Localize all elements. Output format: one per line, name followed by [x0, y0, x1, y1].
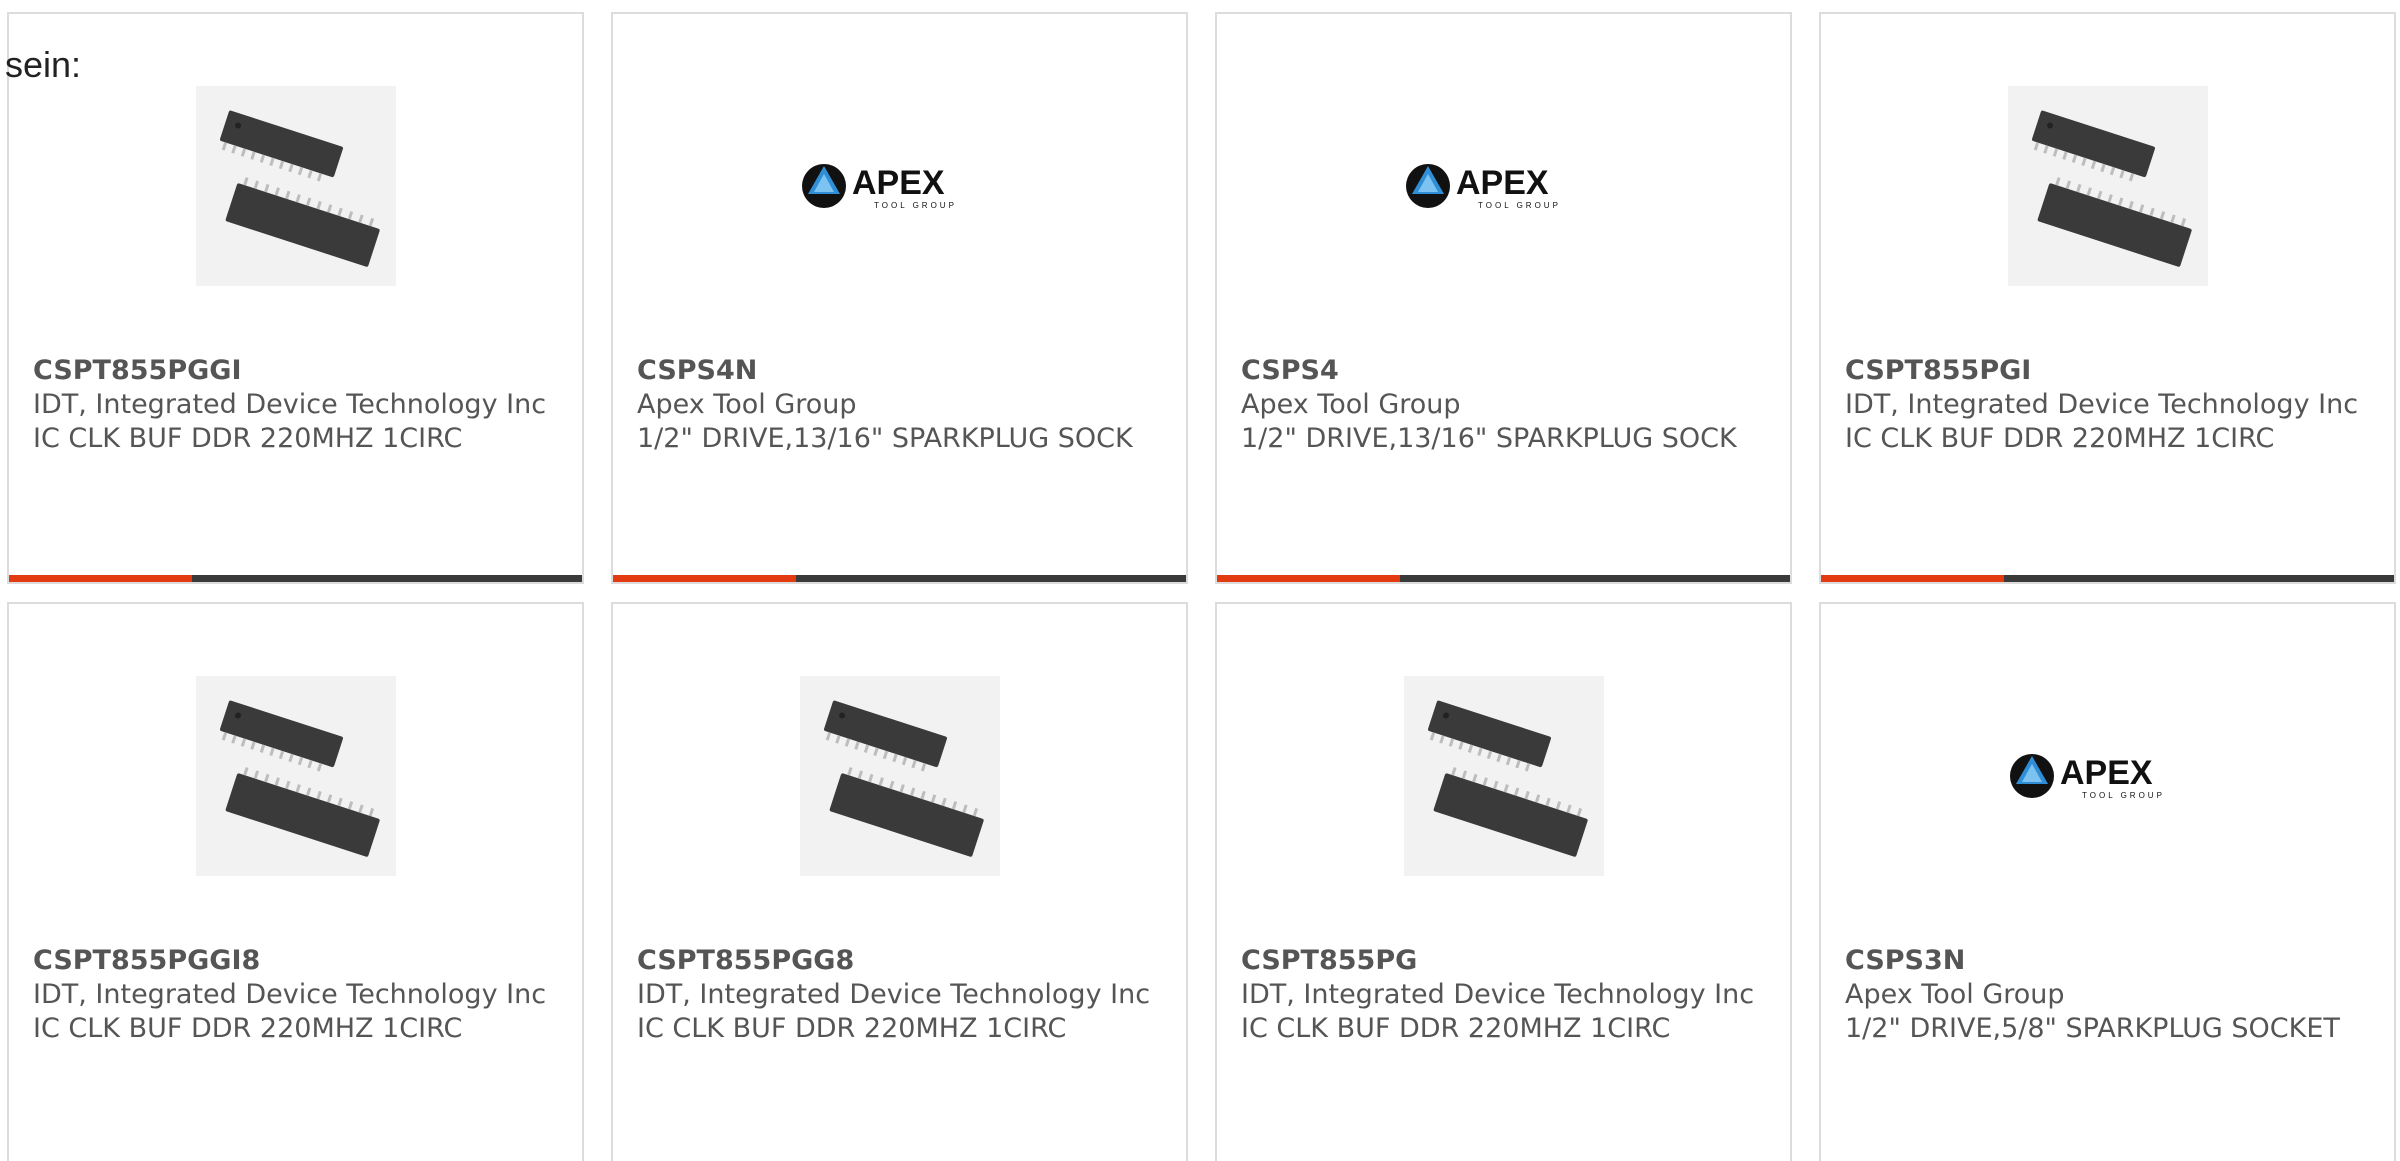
apex-logo-tagline: TOOL GROUP: [874, 201, 957, 210]
manufacturer: IDT, Integrated Device Technology Inc: [1845, 389, 2359, 420]
product-card[interactable]: CSPT855PG IDT, Integrated Device Technol…: [1215, 602, 1792, 1161]
manufacturer: IDT, Integrated Device Technology Inc: [33, 979, 547, 1010]
description: IC CLK BUF DDR 220MHZ 1CIRC: [1241, 1013, 1671, 1044]
card-bar-accent: [9, 575, 193, 582]
ic-chip-image: [195, 86, 396, 286]
product-info: CSPT855PG IDT, Integrated Device Technol…: [1241, 944, 1761, 1046]
part-number[interactable]: CSPT855PGI: [1845, 354, 2365, 388]
apex-logo-word: APEX: [852, 164, 945, 202]
product-info: CSPS4 Apex Tool Group 1/2" DRIVE,13/16" …: [1241, 354, 1761, 456]
part-number[interactable]: CSPS4: [1241, 354, 1761, 388]
apex-logo-word: APEX: [2060, 754, 2153, 792]
product-card[interactable]: APEX TOOL GROUP CSPS3N Apex Tool Group 1…: [1819, 602, 2396, 1161]
manufacturer: Apex Tool Group: [1845, 979, 2065, 1010]
apex-logo-word: APEX: [1456, 164, 1549, 202]
part-number[interactable]: CSPS4N: [637, 354, 1157, 388]
card-bar-accent: [1217, 575, 1401, 582]
description: IC CLK BUF DDR 220MHZ 1CIRC: [637, 1013, 1067, 1044]
product-card[interactable]: APEX TOOL GROUP CSPS4 Apex Tool Group 1/…: [1215, 12, 1792, 584]
description: 1/2" DRIVE,5/8" SPARKPLUG SOCKET: [1845, 1013, 2340, 1044]
product-card[interactable]: CSPT855PGGI8 IDT, Integrated Device Tech…: [7, 602, 584, 1161]
product-card[interactable]: CSPT855PGG8 IDT, Integrated Device Techn…: [611, 602, 1188, 1161]
manufacturer: IDT, Integrated Device Technology Inc: [637, 979, 1151, 1010]
part-number[interactable]: CSPS3N: [1845, 944, 2365, 978]
ic-chip-image: [1403, 676, 1604, 876]
card-bottom-bar: [1217, 575, 1790, 582]
product-info: CSPT855PGI IDT, Integrated Device Techno…: [1845, 354, 2365, 456]
manufacturer: IDT, Integrated Device Technology Inc: [1241, 979, 1755, 1010]
apex-logo-tagline: TOOL GROUP: [1478, 201, 1561, 210]
product-card[interactable]: CSPT855PGI IDT, Integrated Device Techno…: [1819, 12, 2396, 584]
part-number[interactable]: CSPT855PGGI: [33, 354, 553, 388]
apex-logo: APEX TOOL GROUP: [1404, 86, 1604, 286]
description: 1/2" DRIVE,13/16" SPARKPLUG SOCK: [637, 423, 1133, 454]
card-bottom-bar: [613, 575, 1186, 582]
product-card[interactable]: CSPT855PGGI IDT, Integrated Device Techn…: [7, 12, 584, 584]
product-info: CSPT855PGG8 IDT, Integrated Device Techn…: [637, 944, 1157, 1046]
card-bottom-bar: [1821, 575, 2394, 582]
product-card[interactable]: APEX TOOL GROUP CSPS4N Apex Tool Group 1…: [611, 12, 1188, 584]
apex-logo-tagline: TOOL GROUP: [2082, 791, 2165, 800]
product-info: CSPS3N Apex Tool Group 1/2" DRIVE,5/8" S…: [1845, 944, 2365, 1046]
product-info: CSPT855PGGI IDT, Integrated Device Techn…: [33, 354, 553, 456]
apex-logo: APEX TOOL GROUP: [2008, 676, 2208, 876]
manufacturer: Apex Tool Group: [637, 389, 857, 420]
description: IC CLK BUF DDR 220MHZ 1CIRC: [33, 423, 463, 454]
part-number[interactable]: CSPT855PGGI8: [33, 944, 553, 978]
product-info: CSPT855PGGI8 IDT, Integrated Device Tech…: [33, 944, 553, 1046]
manufacturer: IDT, Integrated Device Technology Inc: [33, 389, 547, 420]
product-grid: CSPT855PGGI IDT, Integrated Device Techn…: [0, 0, 2400, 1161]
description: 1/2" DRIVE,13/16" SPARKPLUG SOCK: [1241, 423, 1737, 454]
part-number[interactable]: CSPT855PG: [1241, 944, 1761, 978]
ic-chip-image: [2007, 86, 2208, 286]
description: IC CLK BUF DDR 220MHZ 1CIRC: [33, 1013, 463, 1044]
intro-text: sein:: [5, 44, 82, 85]
product-info: CSPS4N Apex Tool Group 1/2" DRIVE,13/16"…: [637, 354, 1157, 456]
card-bar-accent: [613, 575, 797, 582]
ic-chip-image: [799, 676, 1000, 876]
page: sein: CSPT855PGGI IDT, Integrated Device…: [0, 0, 2400, 1161]
card-bottom-bar: [9, 575, 582, 582]
card-bar-accent: [1821, 575, 2005, 582]
description: IC CLK BUF DDR 220MHZ 1CIRC: [1845, 423, 2275, 454]
apex-logo: APEX TOOL GROUP: [800, 86, 1000, 286]
manufacturer: Apex Tool Group: [1241, 389, 1461, 420]
ic-chip-image: [195, 676, 396, 876]
part-number[interactable]: CSPT855PGG8: [637, 944, 1157, 978]
